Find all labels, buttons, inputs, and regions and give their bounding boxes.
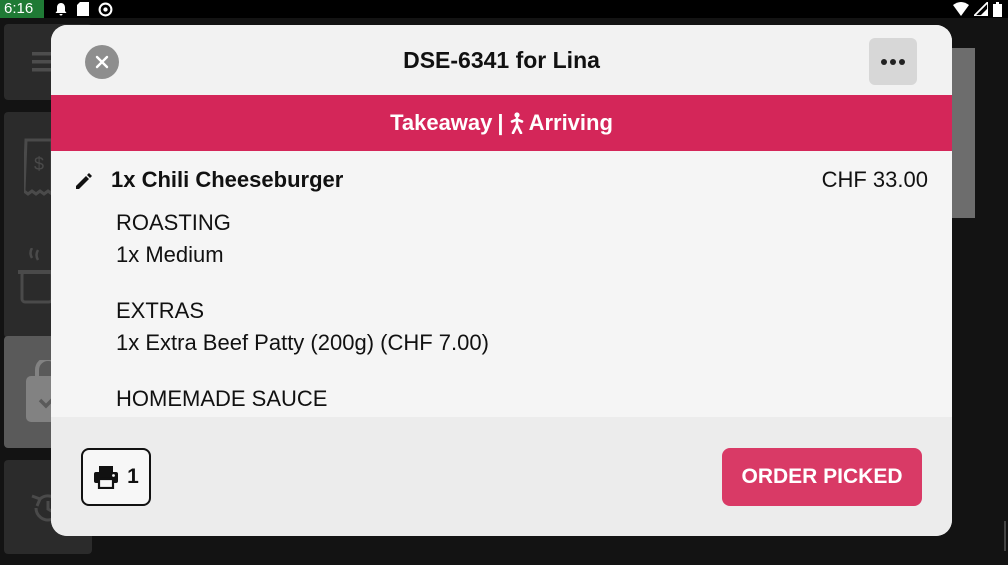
walking-person-icon (509, 112, 525, 134)
order-items-list[interactable]: 1x Chili Cheeseburger CHF 33.00 ROASTING… (51, 151, 952, 417)
print-button[interactable]: 1 (81, 448, 151, 506)
order-picked-button[interactable]: ORDER PICKED (722, 448, 922, 506)
modifier-group: HOMEMADE SAUCE (116, 383, 327, 415)
order-type-banner: Takeaway | Arriving (51, 95, 952, 151)
modifier-group-title: ROASTING (116, 210, 231, 235)
modifier-group-title: HOMEMADE SAUCE (116, 386, 328, 411)
modifier-group: EXTRAS 1x Extra Beef Patty (200g) (CHF 7… (116, 295, 489, 359)
item-price: CHF 33.00 (821, 167, 928, 192)
banner-separator: | (497, 110, 504, 135)
modifier-group-title: EXTRAS (116, 298, 205, 323)
order-detail-modal: DSE-6341 for Lina Takeaway | Arriving 1x… (51, 25, 952, 536)
modal-header: DSE-6341 for Lina (51, 25, 952, 95)
print-count: 1 (127, 465, 139, 488)
more-horizontal-icon (881, 58, 887, 65)
battery-icon (993, 1, 1002, 17)
background-scrollbar (950, 48, 975, 218)
order-status-label: Arriving (528, 110, 613, 135)
list-item[interactable]: 1x Chili Cheeseburger CHF 33.00 (51, 167, 952, 195)
status-bar: 6:16 (0, 0, 1008, 18)
modal-footer: 1 ORDER PICKED (51, 417, 952, 536)
signal-icon (974, 2, 988, 16)
no-entry-icon (98, 2, 113, 16)
background-divider (1004, 521, 1006, 551)
status-icons-right (953, 1, 1002, 17)
more-options-button[interactable] (869, 38, 917, 85)
order-type-label: Takeaway (390, 110, 493, 135)
printer-icon (94, 466, 119, 489)
modifier-value: 1x Medium (116, 242, 224, 267)
modifier-value: 1x Extra Beef Patty (200g) (CHF 7.00) (116, 330, 489, 355)
modal-title: DSE-6341 for Lina (403, 47, 600, 73)
receipt-icon[interactable]: $ (24, 138, 54, 196)
status-time: 6:16 (4, 0, 34, 17)
pencil-icon[interactable] (74, 171, 94, 191)
sd-card-icon (77, 2, 89, 16)
wifi-icon (953, 2, 969, 16)
modifier-group: ROASTING 1x Medium (116, 207, 231, 271)
status-icons-left (54, 1, 113, 17)
notification-bell-icon (55, 3, 67, 16)
item-name: 1x Chili Cheeseburger (111, 167, 344, 192)
svg-text:$: $ (34, 154, 44, 174)
